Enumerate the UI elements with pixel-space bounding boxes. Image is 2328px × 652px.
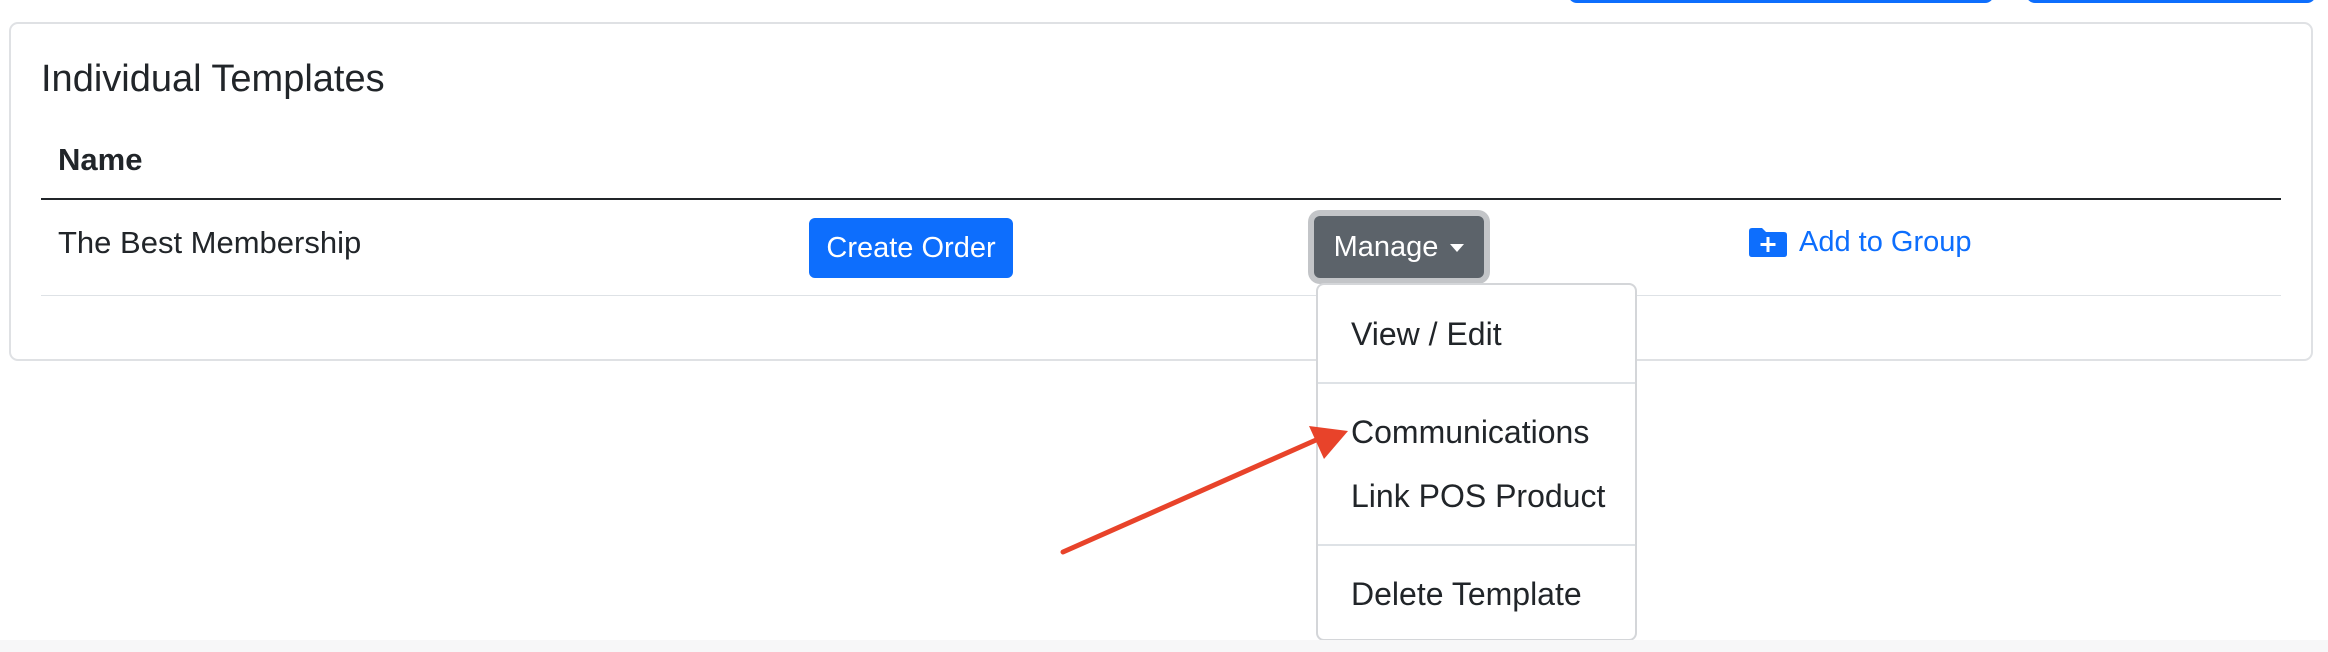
annotation-arrow (1060, 426, 1348, 555)
page-bottom-strip (0, 640, 2328, 652)
